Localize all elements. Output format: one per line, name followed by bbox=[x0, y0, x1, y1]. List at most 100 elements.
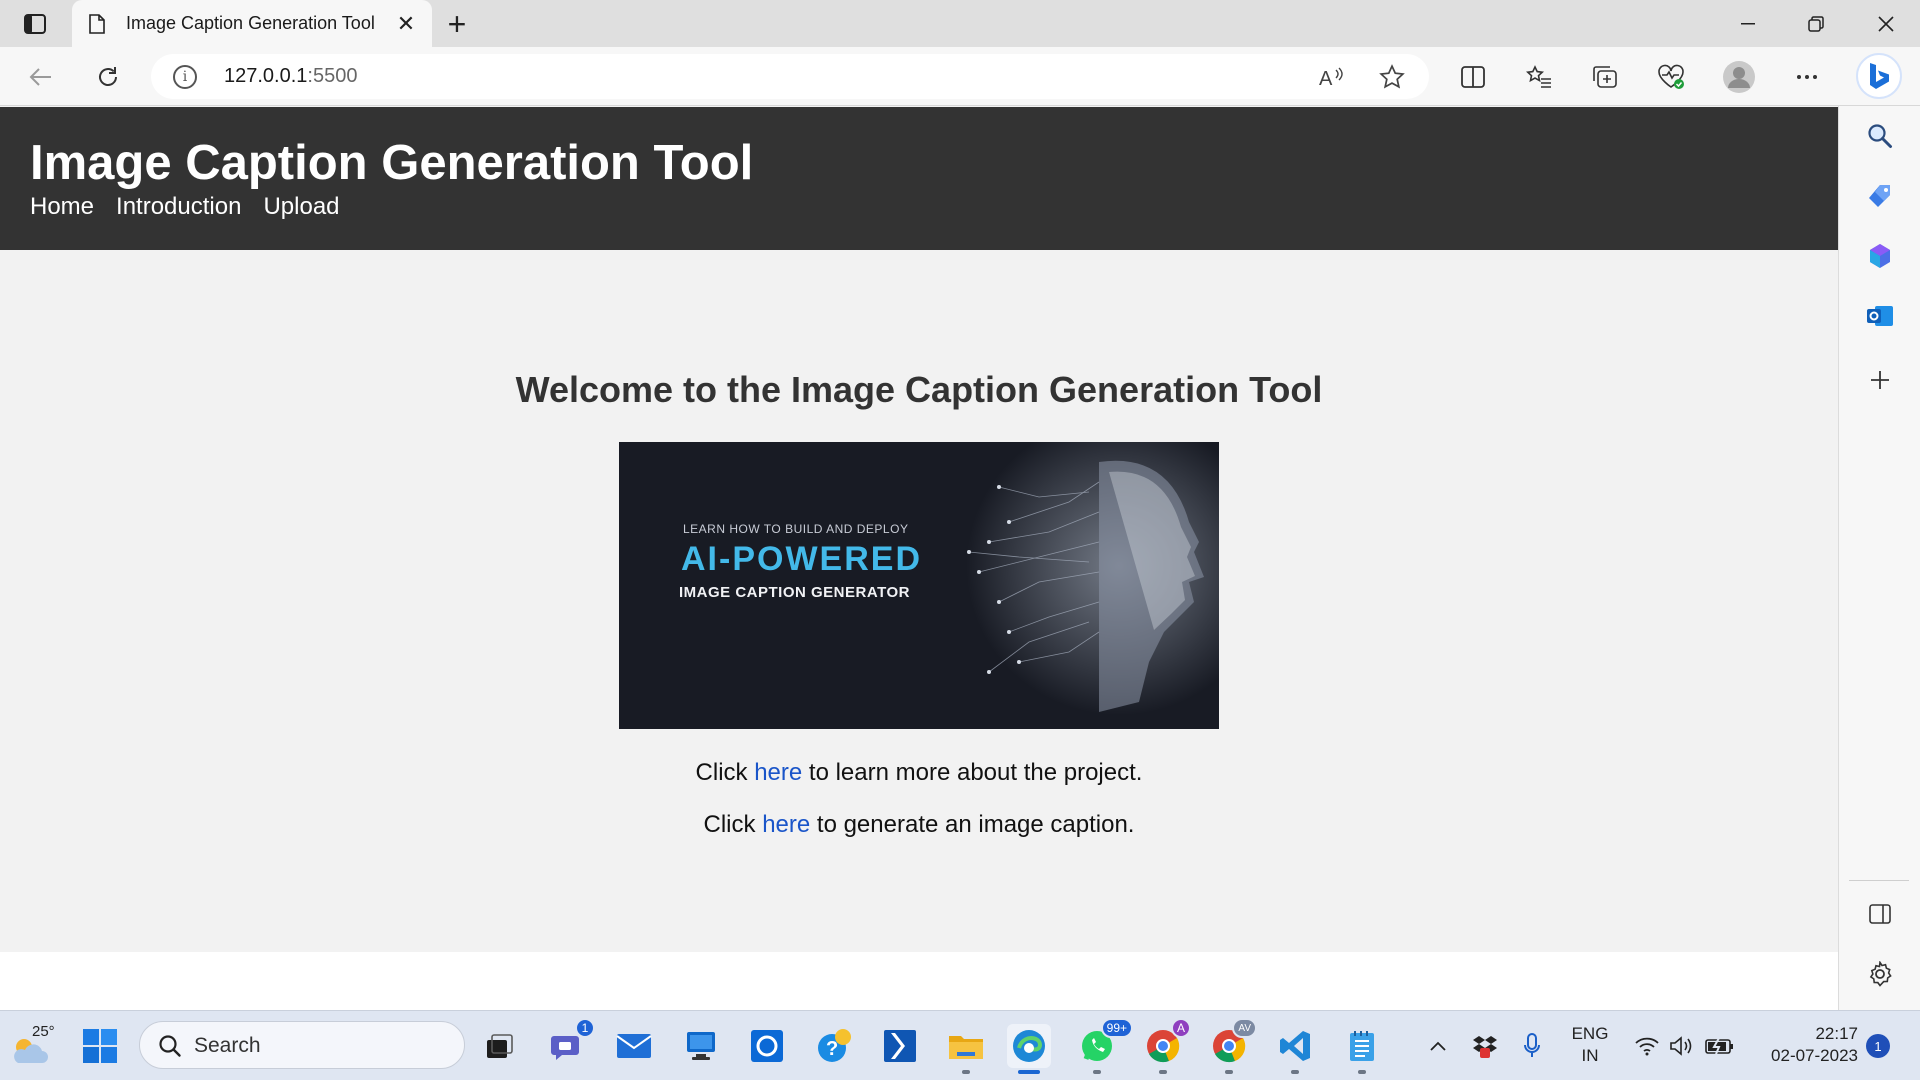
site-title: Image Caption Generation Tool bbox=[30, 136, 754, 190]
weather-temp: 25° bbox=[32, 1023, 55, 1040]
clock-date: 02-07-2023 bbox=[1771, 1046, 1858, 1065]
lang-line1: ENG bbox=[1571, 1024, 1609, 1043]
nav-introduction-link[interactable]: Introduction bbox=[116, 193, 241, 221]
settings-gear-icon[interactable] bbox=[1864, 958, 1896, 990]
chrome-profile-a-icon[interactable]: A bbox=[1141, 1018, 1191, 1074]
taskbar-search[interactable]: Search bbox=[139, 1021, 465, 1069]
page-icon bbox=[86, 13, 108, 35]
notepad-icon[interactable] bbox=[1340, 1024, 1384, 1074]
info-icon[interactable]: i bbox=[173, 65, 197, 89]
banner-big-text: AI-POWERED bbox=[681, 540, 922, 578]
edge-sidebar bbox=[1838, 106, 1920, 1010]
para2-after: to generate an image caption. bbox=[810, 811, 1135, 838]
learn-more-paragraph: Click here to learn more about the proje… bbox=[0, 759, 1838, 787]
ai-face-illustration bbox=[967, 460, 1204, 712]
edge-active-indicator bbox=[1018, 1070, 1040, 1074]
power-automate-icon[interactable] bbox=[878, 1024, 922, 1068]
taskbar-search-icon bbox=[159, 1035, 181, 1057]
generate-caption-paragraph: Click here to generate an image caption. bbox=[0, 811, 1838, 839]
more-icon[interactable] bbox=[1790, 60, 1824, 94]
outlook-icon[interactable] bbox=[1864, 300, 1896, 332]
sidebar-panel-icon[interactable] bbox=[1864, 898, 1896, 930]
chrome-av-badge: AV bbox=[1232, 1018, 1257, 1038]
split-screen-icon[interactable] bbox=[1456, 60, 1490, 94]
generate-caption-link[interactable]: here bbox=[762, 811, 810, 838]
battery-icon[interactable] bbox=[1703, 1011, 1737, 1080]
mail-icon[interactable] bbox=[612, 1024, 656, 1068]
address-bar[interactable]: i 127.0.0.1:5500 A bbox=[151, 54, 1429, 99]
teams-badge: 1 bbox=[575, 1018, 595, 1038]
vscode-running-dot bbox=[1291, 1070, 1299, 1074]
page-bottom-area bbox=[0, 952, 1838, 1010]
tab-title: Image Caption Generation Tool bbox=[126, 13, 375, 33]
add-icon[interactable] bbox=[1864, 364, 1896, 396]
windows-start-icon[interactable] bbox=[78, 1024, 122, 1068]
whatsapp-badge: 99+ bbox=[1100, 1018, 1133, 1038]
new-tab-button[interactable]: + bbox=[441, 6, 473, 42]
shopping-tag-icon[interactable] bbox=[1864, 180, 1896, 212]
wifi-icon[interactable] bbox=[1632, 1011, 1662, 1080]
restore-button[interactable] bbox=[1782, 0, 1850, 47]
copilot-icon[interactable] bbox=[1864, 240, 1896, 272]
browser-essentials-icon[interactable] bbox=[1654, 60, 1688, 94]
clock-time: 22:17 bbox=[1815, 1024, 1858, 1043]
chrome-a-running-dot bbox=[1159, 1070, 1167, 1074]
tab-strip: Image Caption Generation Tool ✕ + bbox=[0, 0, 1920, 47]
favorites-icon[interactable] bbox=[1522, 60, 1556, 94]
para2-before: Click bbox=[703, 811, 763, 838]
search-icon[interactable] bbox=[1864, 120, 1896, 152]
teams-chat-icon[interactable]: 1 bbox=[545, 1018, 595, 1068]
file-explorer-icon[interactable] bbox=[944, 1024, 988, 1074]
url-text[interactable]: 127.0.0.1:5500 bbox=[224, 65, 357, 88]
site-nav: Home Introduction Upload bbox=[30, 193, 340, 221]
active-tab[interactable]: Image Caption Generation Tool ✕ bbox=[72, 0, 432, 47]
notepad-running-dot bbox=[1358, 1070, 1366, 1074]
nav-upload-link[interactable]: Upload bbox=[263, 193, 339, 221]
refresh-icon[interactable] bbox=[91, 60, 125, 94]
para1-before: Click bbox=[695, 759, 755, 786]
chrome-a-badge: A bbox=[1170, 1018, 1191, 1038]
collections-icon[interactable] bbox=[1588, 60, 1622, 94]
explorer-running-dot bbox=[962, 1070, 970, 1074]
show-hidden-icons-icon[interactable] bbox=[1425, 1011, 1451, 1080]
learn-more-link[interactable]: here bbox=[754, 759, 802, 786]
weather-widget[interactable]: 25° bbox=[10, 1023, 58, 1069]
chrome-av-running-dot bbox=[1225, 1070, 1233, 1074]
banner-small-text: LEARN HOW TO BUILD AND DEPLOY bbox=[683, 522, 909, 536]
bing-icon[interactable] bbox=[1856, 53, 1902, 99]
taskbar-search-label: Search bbox=[194, 1034, 261, 1057]
whatsapp-icon[interactable]: 99+ bbox=[1075, 1018, 1133, 1074]
tab-actions-icon[interactable] bbox=[20, 11, 50, 37]
vscode-icon[interactable] bbox=[1273, 1024, 1317, 1074]
para1-after: to learn more about the project. bbox=[802, 759, 1143, 786]
microphone-icon[interactable] bbox=[1518, 1011, 1546, 1080]
back-arrow-icon[interactable] bbox=[24, 60, 58, 94]
read-aloud-icon[interactable]: A bbox=[1317, 62, 1347, 92]
remote-desktop-icon[interactable] bbox=[679, 1024, 723, 1068]
browser-toolbar: i 127.0.0.1:5500 A bbox=[0, 47, 1920, 106]
profile-avatar-icon[interactable] bbox=[1722, 60, 1756, 94]
close-window-button[interactable] bbox=[1852, 0, 1920, 47]
windows-taskbar: 25° Search 1 ? 99+ A AV ENG IN 22:17 02-… bbox=[0, 1010, 1920, 1080]
site-header: Image Caption Generation Tool Home Intro… bbox=[0, 107, 1838, 250]
chrome-profile-av-icon[interactable]: AV bbox=[1207, 1018, 1257, 1074]
get-help-icon[interactable]: ? bbox=[812, 1024, 856, 1068]
dropbox-tray-icon[interactable] bbox=[1470, 1011, 1500, 1080]
whatsapp-running-dot bbox=[1093, 1070, 1101, 1074]
minimize-button[interactable] bbox=[1714, 0, 1782, 47]
cortana-icon[interactable] bbox=[745, 1024, 789, 1068]
nav-home-link[interactable]: Home bbox=[30, 193, 94, 221]
web-page: Image Caption Generation Tool Home Intro… bbox=[0, 107, 1838, 1010]
notification-badge[interactable]: 1 bbox=[1866, 1034, 1890, 1058]
lang-line2: IN bbox=[1581, 1046, 1599, 1065]
task-view-icon[interactable] bbox=[478, 1024, 522, 1068]
tab-close-icon[interactable]: ✕ bbox=[394, 11, 418, 36]
volume-icon[interactable] bbox=[1667, 1011, 1695, 1080]
svg-text:?: ? bbox=[826, 1038, 838, 1060]
banner-image: LEARN HOW TO BUILD AND DEPLOY AI-POWERED… bbox=[619, 442, 1219, 729]
favorite-star-icon[interactable] bbox=[1377, 62, 1407, 92]
svg-text:A: A bbox=[1319, 68, 1333, 88]
edge-browser-icon[interactable] bbox=[1007, 1024, 1051, 1074]
system-clock[interactable]: 22:17 02-07-2023 bbox=[1748, 1023, 1858, 1067]
language-indicator[interactable]: ENG IN bbox=[1567, 1023, 1613, 1067]
